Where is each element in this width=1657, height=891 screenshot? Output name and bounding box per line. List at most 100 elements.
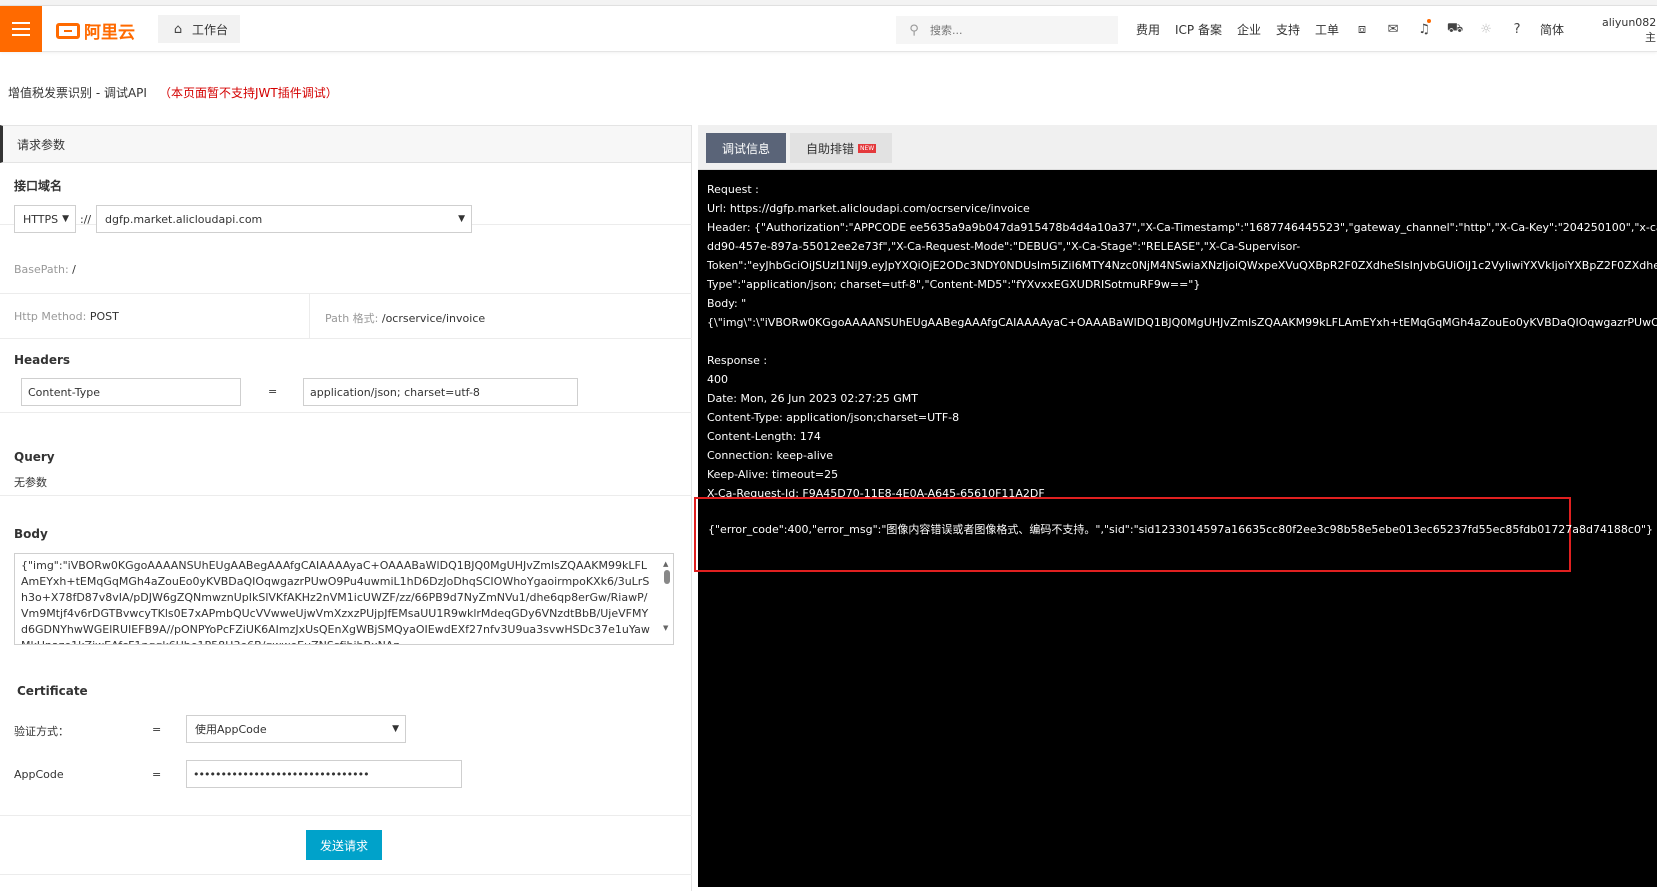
- method-value: POST: [89, 310, 119, 323]
- user-account[interactable]: aliyun0823 主: [1602, 15, 1657, 45]
- error-response-body: {"error_code":400,"error_msg":"图像内容错误或者图…: [708, 523, 1654, 536]
- domain-value: dgfp.market.alicloudapi.com: [105, 212, 263, 226]
- aliyun-logo[interactable]: 阿里云: [56, 18, 135, 43]
- tab-self-troubleshoot-label: 自助排错: [806, 141, 855, 156]
- home-icon: ⌂: [173, 21, 183, 37]
- console-line: {\"img\":\"iVBORw0KGgoAAAANSUhEUgAABegAA…: [707, 316, 1657, 329]
- console-line: 400: [707, 373, 728, 386]
- top-navbar: 阿里云 ⌂ 工作台 ⚲ 费用 ICP 备案 企业 支持 工单 ⧈ ✉ ♫ ⛟ ☼…: [0, 6, 1657, 52]
- console-line: dd90-457e-897a-55012ee2e73f","X-Ca-Reque…: [707, 240, 1301, 253]
- domain-row: 接口域名 HTTPS ▼ :// dgfp.market.alicloudapi…: [0, 163, 692, 233]
- basepath-value: /: [72, 263, 76, 276]
- method-row: Http Method: POST Path 格式: /ocrservice/i…: [0, 294, 692, 339]
- chevron-down-icon: ▼: [392, 724, 399, 734]
- body-textarea[interactable]: {"img":"iVBORw0KGgoAAAANSUhEUgAABegAAAfg…: [14, 553, 674, 645]
- chevron-down-icon: ▼: [458, 214, 465, 224]
- certificate-label: Certificate: [17, 684, 88, 698]
- workbench-label: 工作台: [192, 22, 229, 37]
- auth-equals: =: [152, 723, 162, 736]
- headers-label: Headers: [14, 353, 71, 367]
- tab-self-troubleshoot[interactable]: 自助排错 NEW: [790, 133, 893, 163]
- divider: [0, 815, 692, 816]
- request-params-header: 请求参数: [0, 125, 691, 163]
- protocol-select[interactable]: HTTPS ▼: [14, 205, 76, 233]
- header-value-input[interactable]: application/json; charset=utf-8: [303, 378, 578, 406]
- path-format: Path 格式: /ocrservice/invoice: [325, 310, 485, 326]
- user-role: 主: [1645, 31, 1656, 44]
- top-nav-links: 费用 ICP 备案 企业 支持 工单 ⧈ ✉ ♫ ⛟ ☼ ? 简体: [1136, 6, 1564, 52]
- appcode-label: AppCode: [14, 768, 64, 781]
- console-line: Url: https://dgfp.market.alicloudapi.com…: [707, 202, 1030, 215]
- console-line: Type":"application/json; charset=utf-8",…: [707, 278, 1201, 291]
- jwt-warning: （本页面暂不支持JWT插件调试）: [158, 86, 338, 100]
- user-name: aliyun0823: [1602, 16, 1657, 29]
- basepath-row: BasePath: /: [0, 249, 692, 294]
- page-title-text: 增值税发票识别 - 调试API: [8, 86, 147, 100]
- workbench-button[interactable]: ⌂ 工作台: [158, 15, 241, 43]
- domain-select[interactable]: dgfp.market.alicloudapi.com ▼: [96, 205, 472, 233]
- header-equals: =: [268, 385, 278, 398]
- console-blank: [707, 332, 1648, 351]
- nav-ticket[interactable]: 工单: [1315, 21, 1339, 38]
- lightbulb-icon[interactable]: ☼: [1478, 21, 1494, 37]
- new-badge: NEW: [858, 143, 877, 153]
- console-line: Content-Length: 174: [707, 430, 821, 443]
- headers-row: Headers Content-Type = application/json;…: [0, 339, 692, 413]
- nav-support[interactable]: 支持: [1276, 21, 1300, 38]
- path-label: Path 格式:: [325, 312, 379, 325]
- basepath: BasePath: /: [14, 263, 76, 276]
- body-scrollbar[interactable]: ▲ ▼: [663, 558, 671, 640]
- console-line: Connection: keep-alive: [707, 449, 834, 462]
- send-request-button[interactable]: 发送请求: [306, 830, 382, 860]
- console-line: Content-Type: application/json;charset=U…: [707, 411, 960, 424]
- nav-enterprise[interactable]: 企业: [1237, 21, 1261, 38]
- help-icon[interactable]: ?: [1509, 21, 1525, 37]
- query-row: Query 无参数: [0, 438, 692, 496]
- auth-method-value: 使用AppCode: [195, 723, 267, 736]
- console-line: Request :: [707, 183, 759, 196]
- message-icon[interactable]: ✉: [1385, 21, 1401, 37]
- menu-icon[interactable]: [0, 6, 42, 52]
- divider: [0, 874, 692, 875]
- page-title: 增值税发票识别 - 调试API （本页面暂不支持JWT插件调试）: [8, 84, 338, 101]
- logo-text: 阿里云: [84, 23, 135, 43]
- divider: [309, 294, 310, 339]
- path-value: /ocrservice/invoice: [381, 312, 486, 325]
- console-line: Token":"eyJhbGciOiJSUzI1NiJ9.eyJpYXQiOjE…: [707, 259, 1657, 272]
- bell-icon[interactable]: ♫: [1416, 19, 1432, 37]
- search-box[interactable]: ⚲: [896, 16, 1118, 44]
- scroll-thumb[interactable]: [664, 570, 670, 584]
- search-input[interactable]: [930, 23, 1110, 37]
- console-line: Response :: [707, 354, 768, 367]
- appcode-equals: =: [152, 768, 162, 781]
- body-value: {"img":"iVBORw0KGgoAAAANSUhEUgAABegAAAfg…: [21, 559, 650, 644]
- cart-icon[interactable]: ⛟: [1447, 21, 1463, 37]
- logo-mark-icon: [56, 22, 80, 39]
- nav-icp[interactable]: ICP 备案: [1175, 21, 1222, 38]
- query-label: Query: [14, 450, 55, 464]
- method-label: Http Method:: [14, 310, 87, 323]
- console-line: Date: Mon, 26 Jun 2023 02:27:25 GMT: [707, 392, 918, 405]
- auth-label: 验证方式：: [14, 725, 69, 738]
- query-value: 无参数: [14, 476, 47, 489]
- chevron-down-icon: ▼: [62, 214, 69, 224]
- auth-method-select[interactable]: 使用AppCode ▼: [186, 715, 406, 743]
- basepath-label: BasePath:: [14, 263, 69, 276]
- app-icon[interactable]: ⧈: [1354, 21, 1370, 37]
- console-line: Body: ": [707, 297, 747, 310]
- appcode-input[interactable]: ••••••••••••••••••••••••••••••••: [186, 760, 462, 788]
- console-line: Header: {"Authorization":"APPCODE ee5635…: [707, 221, 1657, 234]
- http-method: Http Method: POST: [14, 310, 119, 323]
- nav-fees[interactable]: 费用: [1136, 21, 1160, 38]
- body-label: Body: [14, 527, 48, 541]
- protocol-separator: ://: [80, 213, 92, 226]
- tab-debug-info[interactable]: 调试信息: [706, 133, 787, 163]
- scroll-down-icon[interactable]: ▼: [663, 620, 668, 636]
- console-line: Keep-Alive: timeout=25: [707, 468, 839, 481]
- domain-label: 接口域名: [14, 179, 63, 193]
- debug-tabs: 调试信息 自助排错 NEW: [698, 125, 1657, 170]
- lang-switch[interactable]: 简体: [1540, 21, 1564, 38]
- search-icon: ⚲: [909, 22, 919, 38]
- protocol-value: HTTPS: [23, 212, 59, 226]
- header-key-input[interactable]: Content-Type: [21, 378, 241, 406]
